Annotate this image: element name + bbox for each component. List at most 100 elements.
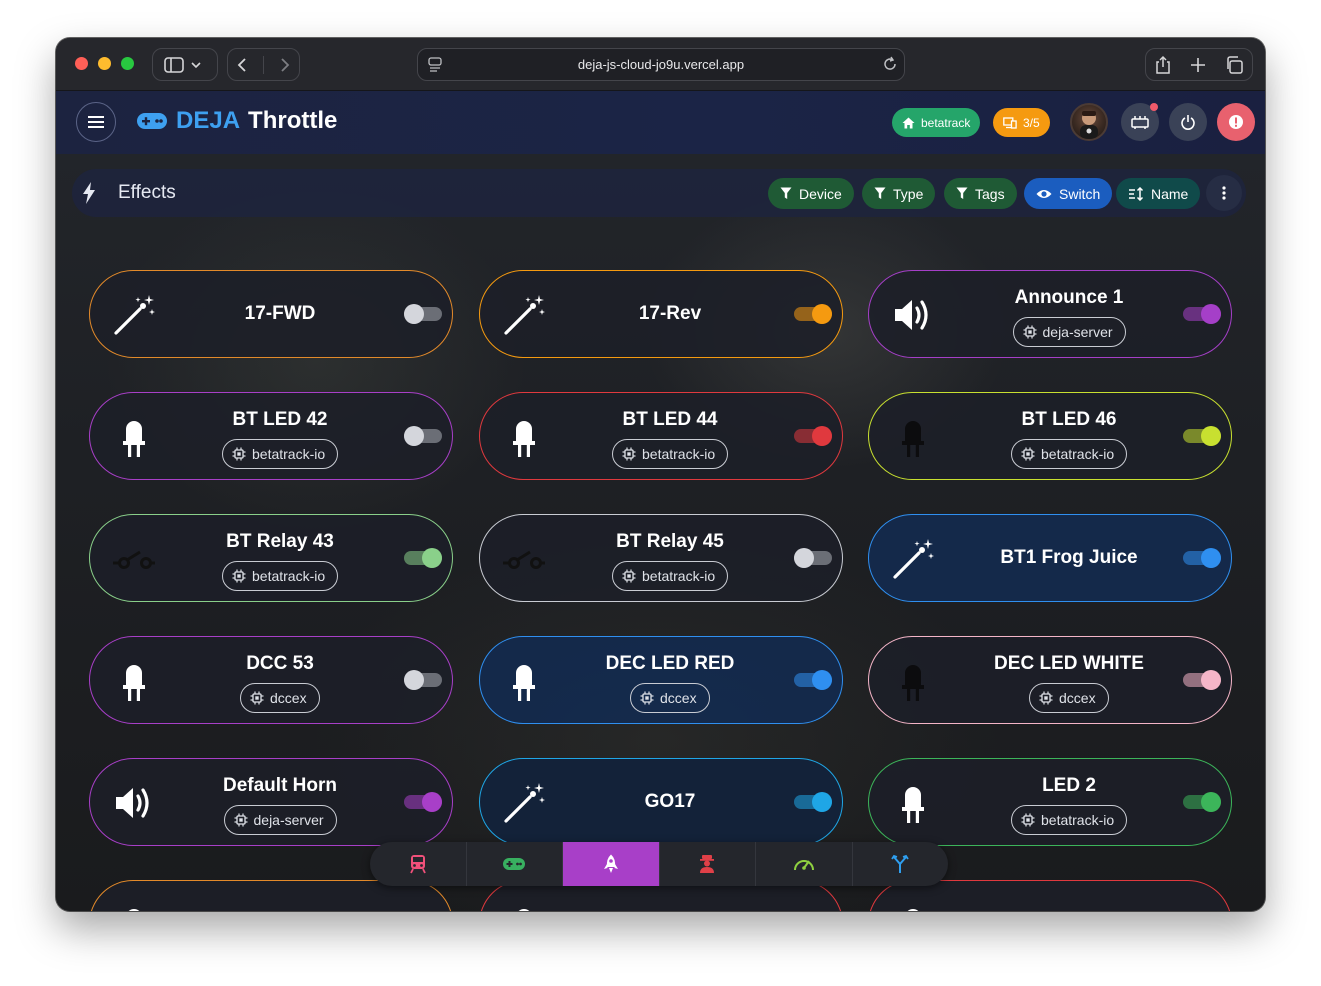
sort-icon <box>1129 186 1144 201</box>
device-chip[interactable]: betatrack-io <box>612 439 729 469</box>
chip-icon <box>234 813 248 827</box>
gamepad-logo-icon <box>137 113 167 129</box>
new-tab-icon[interactable] <box>1190 57 1206 73</box>
effect-name: BT Relay 43 <box>226 531 334 552</box>
effect-card-dec-led-red[interactable]: DEC LED RED dccex <box>479 636 843 724</box>
view-switch-button[interactable]: Switch <box>1024 178 1113 209</box>
effect-card-announce-1[interactable]: Announce 1 deja-server <box>868 270 1232 358</box>
device-chip[interactable]: betatrack-io <box>222 561 339 591</box>
effect-name: BT1 Frog Juice <box>1000 547 1138 568</box>
device-chip[interactable]: betatrack-io <box>1011 439 1128 469</box>
device-chip[interactable]: deja-server <box>223 805 337 835</box>
effect-toggle[interactable] <box>404 670 442 690</box>
device-chip[interactable]: betatrack-io <box>1011 805 1128 835</box>
filter-type-button[interactable]: Type <box>862 178 936 209</box>
effect-card-dcc-53[interactable]: DCC 53 dccex <box>89 636 453 724</box>
power-button[interactable] <box>1169 103 1207 141</box>
device-chip[interactable]: betatrack-io <box>222 439 339 469</box>
avatar[interactable] <box>1070 103 1108 141</box>
device-chip[interactable]: deja-server <box>1012 317 1126 347</box>
effect-name: BT Relay 45 <box>616 531 724 552</box>
chip-icon <box>1021 813 1035 827</box>
emergency-stop-button[interactable] <box>1217 103 1255 141</box>
device-count-label: 3/5 <box>1023 115 1040 130</box>
effect-toggle[interactable] <box>1183 304 1221 324</box>
device-count-chip[interactable]: 3/5 <box>993 108 1050 137</box>
effect-card-led-2[interactable]: LED 2 betatrack-io <box>868 758 1232 846</box>
magic-wand-icon <box>112 293 156 337</box>
device-chip[interactable]: dccex <box>1029 683 1109 713</box>
back-arrow-icon[interactable] <box>236 57 248 73</box>
app-brand[interactable]: DEJA Throttle <box>136 107 337 135</box>
effect-toggle[interactable] <box>794 792 832 812</box>
effect-card-bt-relay-45[interactable]: BT Relay 45 betatrack-io <box>479 514 843 602</box>
filter-tags-button[interactable]: Tags <box>944 178 1017 209</box>
effect-toggle[interactable] <box>794 548 832 568</box>
menu-button[interactable] <box>76 102 116 142</box>
effect-toggle[interactable] <box>404 548 442 568</box>
effect-toggle[interactable] <box>794 304 832 324</box>
effect-card-bt1-frog-juice[interactable]: BT1 Frog Juice <box>868 514 1232 602</box>
filter-icon <box>874 187 886 199</box>
chip-icon <box>1023 325 1037 339</box>
minimize-window-button[interactable] <box>98 57 111 70</box>
filter-type-label: Type <box>893 185 924 202</box>
nav-speed[interactable] <box>756 842 853 886</box>
layout-chip[interactable]: betatrack <box>892 108 981 137</box>
more-options-button[interactable] <box>1206 175 1242 211</box>
effect-card-dec-led-white[interactable]: DEC LED WHITE dccex <box>868 636 1232 724</box>
device-chip[interactable]: betatrack-io <box>612 561 729 591</box>
address-bar[interactable]: deja-js-cloud-jo9u.vercel.app <box>417 48 905 81</box>
nav-throttles[interactable] <box>467 842 563 886</box>
effect-toggle[interactable] <box>794 670 832 690</box>
effect-name: Default Horn <box>223 775 337 796</box>
toggle-knob <box>1201 426 1221 446</box>
effect-toggle[interactable] <box>1183 426 1221 446</box>
filter-tags-label: Tags <box>975 185 1005 202</box>
toggle-knob <box>1201 670 1221 690</box>
page-settings-icon[interactable] <box>428 57 442 73</box>
device-chip-label: betatrack-io <box>252 568 326 584</box>
effect-card-17-fwd[interactable]: 17-FWD <box>89 270 453 358</box>
chip-icon <box>232 569 246 583</box>
effect-card-go17[interactable]: GO17 <box>479 758 843 846</box>
effect-toggle[interactable] <box>404 792 442 812</box>
close-window-button[interactable] <box>75 57 88 70</box>
chip-icon <box>232 447 246 461</box>
tab-overview-icon[interactable] <box>1225 55 1243 74</box>
command-station-icon <box>1131 116 1149 129</box>
nav-trains[interactable] <box>370 842 467 886</box>
led-icon <box>891 903 935 911</box>
device-chip[interactable]: dccex <box>240 683 320 713</box>
effect-toggle[interactable] <box>404 426 442 446</box>
filter-device-button[interactable]: Device <box>768 178 854 209</box>
effect-toggle[interactable] <box>1183 670 1221 690</box>
nav-roster[interactable] <box>660 842 756 886</box>
effect-name: DEC LED WHITE <box>994 653 1144 674</box>
effect-card-17-rev[interactable]: 17-Rev <box>479 270 843 358</box>
effect-toggle[interactable] <box>1183 792 1221 812</box>
effect-card-bt-led-42[interactable]: BT LED 42 betatrack-io <box>89 392 453 480</box>
nav-effects[interactable] <box>563 842 660 886</box>
nav-turnouts[interactable] <box>853 842 949 886</box>
effect-toggle[interactable] <box>404 304 442 324</box>
device-chip-label: betatrack-io <box>252 446 326 462</box>
effect-card-default-horn[interactable]: Default Horn deja-server <box>89 758 453 846</box>
share-icon[interactable] <box>1155 55 1171 75</box>
effect-toggle[interactable] <box>794 426 832 446</box>
reload-icon[interactable] <box>882 56 898 72</box>
effect-card-bt-led-44[interactable]: BT LED 44 betatrack-io <box>479 392 843 480</box>
sidebar-toggle-button[interactable] <box>152 48 218 81</box>
sort-name-button[interactable]: Name <box>1116 178 1201 209</box>
led-icon <box>502 903 546 911</box>
toggle-knob <box>1201 792 1221 812</box>
power-icon <box>1181 115 1195 130</box>
view-switch-label: Switch <box>1059 185 1101 202</box>
device-chip[interactable]: dccex <box>630 683 710 713</box>
effect-card-bt-led-46[interactable]: BT LED 46 betatrack-io <box>868 392 1232 480</box>
effect-toggle[interactable] <box>1183 548 1221 568</box>
forward-arrow-icon[interactable] <box>279 57 291 73</box>
effect-card-bt-relay-43[interactable]: BT Relay 43 betatrack-io <box>89 514 453 602</box>
devices-icon <box>1003 116 1017 129</box>
zoom-window-button[interactable] <box>121 57 134 70</box>
